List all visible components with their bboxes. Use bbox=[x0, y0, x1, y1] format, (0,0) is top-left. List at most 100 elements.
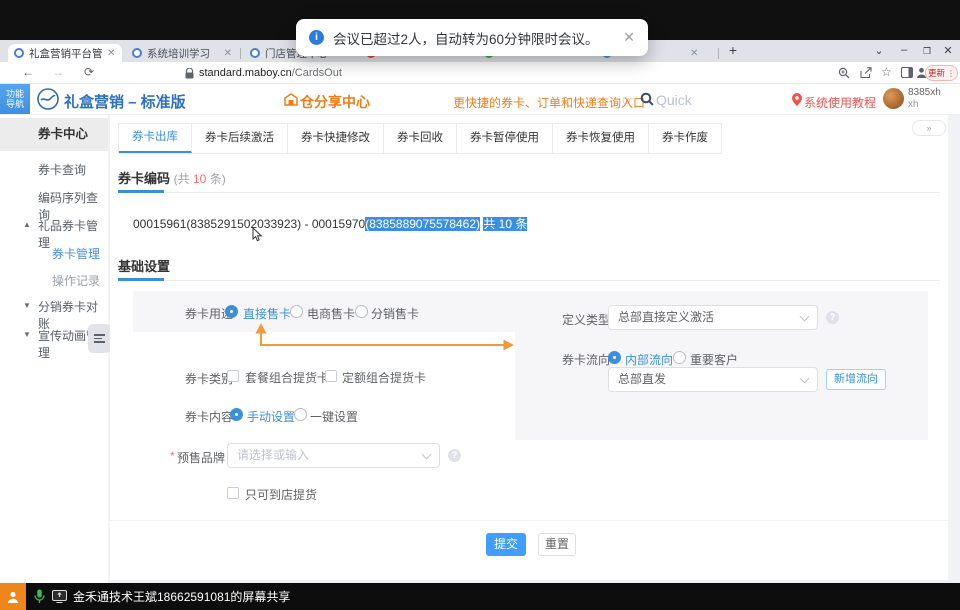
screen-share-bar: 金禾通技术王斌18662591081的屏幕共享 bbox=[0, 583, 960, 610]
submit-button[interactable]: 提交 bbox=[486, 533, 526, 556]
window-close-button[interactable]: ✕ bbox=[941, 44, 955, 57]
sidebar-item-card-query[interactable]: 券卡查询 bbox=[0, 161, 108, 181]
radio-ecommerce-sale[interactable] bbox=[290, 305, 303, 318]
radio-one-click-setup-label[interactable]: 一键设置 bbox=[310, 408, 358, 425]
panel-collapse-button[interactable]: » bbox=[912, 120, 946, 136]
sidebar-collapse-handle[interactable] bbox=[88, 324, 111, 353]
radio-direct-sale[interactable] bbox=[225, 305, 238, 318]
bookmark-star-icon[interactable]: ☆ bbox=[881, 65, 892, 79]
share-icon[interactable] bbox=[860, 67, 872, 79]
checkbox-store-pickup-only-label[interactable]: 只可到店提货 bbox=[245, 486, 317, 503]
share-center-link[interactable]: 仓分享中心 bbox=[300, 92, 370, 112]
address-bar[interactable]: standard.maboy.cn/CardsOut bbox=[199, 67, 342, 79]
radio-manual-setup[interactable] bbox=[230, 408, 243, 421]
radio-direct-sale-label[interactable]: 直接售卡 bbox=[243, 305, 291, 322]
window-menu-chevron-icon[interactable]: ⌄ bbox=[872, 44, 886, 57]
window-maximize-button[interactable]: ❐ bbox=[920, 46, 934, 57]
app-logo-icon bbox=[37, 88, 59, 110]
tab-card-outbound[interactable]: 券卡出库 bbox=[119, 124, 192, 153]
tab-close-icon[interactable]: ✕ bbox=[690, 48, 698, 59]
tab-card-recycle[interactable]: 券卡回收 bbox=[384, 124, 457, 153]
checkbox-fixed-combo[interactable] bbox=[325, 370, 337, 382]
site-favicon bbox=[14, 48, 24, 58]
code-count-badge: 共 10 条 bbox=[483, 217, 527, 231]
sidebar-item-operation-log[interactable]: 操作记录 bbox=[0, 272, 108, 292]
brand-select[interactable]: 请选择或输入 bbox=[227, 443, 440, 468]
chevron-down-icon bbox=[800, 312, 810, 322]
tab-card-resume[interactable]: 券卡恢复使用 bbox=[553, 124, 649, 153]
app-header: 功能 导航 礼盒营销 – 标准版 仓分享中心 更快捷的券卡、订单和快递查询入口 … bbox=[0, 84, 960, 115]
radio-distribution-sale-label[interactable]: 分销售卡 bbox=[371, 305, 419, 322]
participant-badge[interactable] bbox=[0, 583, 26, 610]
window-minimize-button[interactable]: – bbox=[897, 44, 911, 56]
toast-close-icon[interactable]: ✕ bbox=[623, 29, 635, 46]
define-type-select[interactable]: 总部直接定义激活 bbox=[608, 305, 818, 330]
section-underline-accent bbox=[118, 190, 164, 193]
quick-entry-text[interactable]: 更快捷的券卡、订单和快递查询入口 bbox=[453, 94, 645, 111]
sidebar-item-code-sequence-query[interactable]: 编码序列查询 bbox=[0, 189, 108, 209]
tab-close-icon[interactable]: ✕ bbox=[107, 48, 115, 59]
refresh-icon[interactable]: ⟳ bbox=[84, 65, 94, 79]
add-flow-button[interactable]: 新增流向 bbox=[826, 369, 886, 390]
new-tab-button[interactable]: + bbox=[726, 42, 740, 58]
tab-card-suspend[interactable]: 券卡暂停使用 bbox=[457, 124, 553, 153]
url-domain: standard.maboy.cn bbox=[199, 67, 292, 79]
collapsed-arrow-icon: ▼ bbox=[23, 301, 31, 310]
checkbox-store-pickup-only[interactable] bbox=[227, 487, 239, 499]
tab-card-quick-edit[interactable]: 券卡快捷修改 bbox=[288, 124, 384, 153]
browser-tab-1[interactable]: 礼盒营销平台管理中心 ✕ bbox=[8, 44, 122, 62]
location-pin-icon bbox=[792, 93, 802, 106]
forward-icon[interactable]: → bbox=[52, 65, 64, 79]
card-code-range[interactable]: 00015961(8385291502033923) - 00015970(83… bbox=[133, 215, 527, 232]
side-panel-icon[interactable] bbox=[901, 67, 913, 78]
warehouse-icon bbox=[284, 93, 298, 106]
radio-vip-customer[interactable] bbox=[673, 351, 686, 364]
sidebar-item-gift-card-management[interactable]: ▲ 礼品券卡管理 bbox=[0, 217, 108, 237]
radio-internal-flow[interactable] bbox=[608, 351, 621, 364]
define-type-help-icon[interactable]: ? bbox=[826, 311, 839, 324]
browser-menu-icon[interactable]: ⋮ bbox=[947, 69, 955, 78]
required-asterisk: * bbox=[170, 449, 175, 463]
system-tutorial-link[interactable]: 系统使用教程 bbox=[804, 94, 876, 111]
radio-one-click-setup[interactable] bbox=[294, 408, 307, 421]
checkbox-package-combo-label[interactable]: 套餐组合提货卡 bbox=[245, 369, 329, 386]
tab-card-void[interactable]: 券卡作废 bbox=[649, 124, 721, 153]
double-chevron-right-icon: » bbox=[926, 123, 931, 133]
lock-icon bbox=[185, 68, 194, 79]
zoom-icon[interactable] bbox=[838, 67, 850, 79]
radio-manual-setup-label[interactable]: 手动设置 bbox=[247, 408, 295, 425]
user-name: 8385xh bbox=[908, 87, 941, 99]
brand-placeholder: 请选择或输入 bbox=[237, 448, 309, 462]
reset-button[interactable]: 重置 bbox=[538, 533, 576, 556]
collapsed-arrow-icon: ▼ bbox=[23, 330, 31, 339]
brand-help-icon[interactable]: ? bbox=[448, 449, 461, 462]
quick-search-icon[interactable] bbox=[640, 92, 654, 106]
chrome-update-button[interactable]: 更新 ⋮ bbox=[925, 65, 958, 81]
section-underline-accent bbox=[118, 278, 164, 281]
tab-card-later-activation[interactable]: 券卡后续激活 bbox=[192, 124, 288, 153]
tab-close-icon[interactable]: ✕ bbox=[224, 48, 232, 59]
radio-distribution-sale[interactable] bbox=[355, 305, 368, 318]
back-icon[interactable]: ← bbox=[22, 65, 34, 79]
content-card: » 券卡出库 券卡后续激活 券卡快捷修改 券卡回收 券卡暂停使用 券卡恢复使用 … bbox=[110, 115, 948, 580]
browser-tab-label: 系统培训学习 bbox=[147, 46, 220, 61]
radio-vip-customer-label[interactable]: 重要客户 bbox=[690, 351, 738, 368]
quick-label[interactable]: Quick bbox=[656, 92, 692, 108]
url-path: /CardsOut bbox=[292, 67, 342, 79]
microphone-icon[interactable] bbox=[34, 589, 45, 604]
browser-tab-label: 礼盒营销平台管理中心 bbox=[29, 46, 103, 61]
sidebar-item-card-management[interactable]: 券卡管理 bbox=[0, 245, 108, 265]
function-nav-button[interactable]: 功能 导航 bbox=[0, 84, 30, 114]
checkbox-package-combo[interactable] bbox=[227, 370, 239, 382]
user-avatar[interactable] bbox=[883, 88, 904, 109]
radio-internal-flow-label[interactable]: 内部流向 bbox=[625, 351, 673, 368]
browser-tab-2[interactable]: 系统培训学习 ✕ bbox=[126, 44, 238, 62]
user-name-block: 8385xh xh bbox=[908, 87, 941, 111]
radio-ecommerce-sale-label[interactable]: 电商售卡 bbox=[307, 305, 355, 322]
screen-share-icon[interactable] bbox=[52, 590, 67, 603]
flow-select[interactable]: 总部直发 bbox=[608, 367, 818, 392]
checkbox-fixed-combo-label[interactable]: 定额组合提货卡 bbox=[342, 369, 426, 386]
sidebar-item-distribution-reconciliation[interactable]: ▼ 分销券卡对账 bbox=[0, 298, 108, 318]
tab-separator bbox=[240, 48, 241, 59]
codes-count: 10 bbox=[193, 172, 206, 186]
